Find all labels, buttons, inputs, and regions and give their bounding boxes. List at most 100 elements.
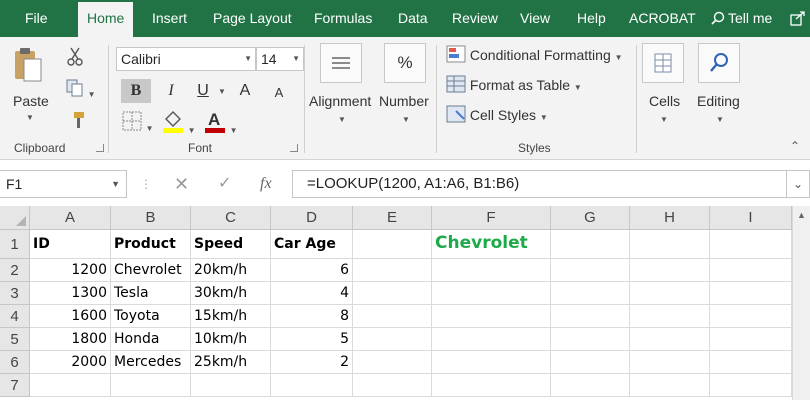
tab-view[interactable]: View [520,0,550,37]
cell-e4[interactable] [353,305,432,328]
cell-i7[interactable] [710,374,792,397]
column-header-f[interactable]: F [432,206,551,230]
cell-g1[interactable] [551,230,630,259]
column-header-b[interactable]: B [111,206,191,230]
row-header-6[interactable]: 6 [0,351,30,374]
column-header-a[interactable]: A [30,206,111,230]
cell-styles-button[interactable]: Cell Styles ▼ [446,105,548,123]
cell-a5[interactable]: 1800 [30,328,111,351]
cell-i1[interactable] [710,230,792,259]
cell-h5[interactable] [630,328,710,351]
scroll-up-icon[interactable]: ▲ [797,210,806,220]
alignment-dropdown-arrow[interactable]: ▼ [338,115,346,124]
cells-button[interactable] [642,43,684,83]
expand-formula-bar-icon[interactable]: ⌄ [786,170,810,198]
column-header-d[interactable]: D [271,206,353,230]
tell-me-search[interactable]: Tell me [711,0,772,37]
cell-h4[interactable] [630,305,710,328]
row-header-7[interactable]: 7 [0,374,30,397]
decrease-font-size-button[interactable]: A [266,81,292,105]
editing-button[interactable] [698,43,740,83]
cell-i5[interactable] [710,328,792,351]
tab-data[interactable]: Data [398,0,428,37]
paste-button[interactable] [12,45,44,88]
tab-formulas[interactable]: Formulas [314,0,372,37]
column-header-c[interactable]: C [191,206,271,230]
cell-e7[interactable] [353,374,432,397]
bold-button[interactable]: B [121,79,151,103]
column-header-g[interactable]: G [551,206,630,230]
cell-i6[interactable] [710,351,792,374]
cell-c2[interactable]: 20km/h [191,259,271,282]
vertical-scrollbar[interactable]: ▲ [792,206,810,400]
cell-g7[interactable] [551,374,630,397]
cell-d7[interactable] [271,374,353,397]
cell-g3[interactable] [551,282,630,305]
cell-c6[interactable]: 25km/h [191,351,271,374]
cell-e5[interactable] [353,328,432,351]
font-size-combo[interactable]: 14 ▼ [256,47,304,71]
alignment-button[interactable] [320,43,362,83]
enter-check-icon[interactable]: ✓ [218,170,231,198]
fill-color-button[interactable]: ▼ [162,109,196,136]
number-dropdown-arrow[interactable]: ▼ [402,115,410,124]
underline-dropdown-arrow[interactable]: ▼ [218,87,226,96]
row-header-5[interactable]: 5 [0,328,30,351]
share-icon[interactable] [790,10,806,26]
tab-review[interactable]: Review [452,0,498,37]
conditional-formatting-button[interactable]: Conditional Formatting ▼ [446,45,623,63]
cell-d5[interactable]: 5 [271,328,353,351]
cell-f3[interactable] [432,282,551,305]
cell-h3[interactable] [630,282,710,305]
paste-dropdown-arrow[interactable]: ▼ [26,113,34,122]
cell-g4[interactable] [551,305,630,328]
cell-e1[interactable] [353,230,432,259]
number-button[interactable]: % [384,43,426,83]
cell-f1[interactable]: Chevrolet [432,230,551,259]
format-painter-button[interactable] [68,111,86,132]
tab-file[interactable]: File [25,0,48,37]
cell-f6[interactable] [432,351,551,374]
borders-button[interactable]: ▼ [122,111,154,134]
cell-c4[interactable]: 15km/h [191,305,271,328]
column-header-h[interactable]: H [630,206,710,230]
cell-b7[interactable] [111,374,191,397]
cell-b2[interactable]: Chevrolet [111,259,191,282]
font-name-combo[interactable]: Calibri ▼ [116,47,256,71]
cell-c3[interactable]: 30km/h [191,282,271,305]
editing-dropdown-arrow[interactable]: ▼ [716,115,724,124]
row-header-3[interactable]: 3 [0,282,30,305]
underline-button[interactable]: U [190,79,216,103]
cell-b6[interactable]: Mercedes [111,351,191,374]
name-box[interactable]: F1 ▼ [0,170,127,198]
cell-i3[interactable] [710,282,792,305]
formula-input[interactable]: =LOOKUP(1200, A1:A6, B1:B6) [292,170,786,198]
tab-acrobat[interactable]: ACROBAT [629,0,696,37]
cell-b3[interactable]: Tesla [111,282,191,305]
cancel-icon[interactable]: ✕ [174,170,189,198]
select-all-corner[interactable] [0,206,30,230]
cell-c1[interactable]: Speed [191,230,271,259]
cell-b5[interactable]: Honda [111,328,191,351]
row-header-2[interactable]: 2 [0,259,30,282]
cell-h6[interactable] [630,351,710,374]
cell-a7[interactable] [30,374,111,397]
cell-e6[interactable] [353,351,432,374]
cell-a3[interactable]: 1300 [30,282,111,305]
cell-h2[interactable] [630,259,710,282]
tab-home[interactable]: Home [78,2,134,37]
clipboard-launcher[interactable] [96,144,104,152]
cell-d1[interactable]: Car Age [271,230,353,259]
cell-f2[interactable] [432,259,551,282]
cut-button[interactable] [66,47,84,70]
tab-insert[interactable]: Insert [152,0,187,37]
font-color-button[interactable]: A ▼ [204,109,238,136]
cell-d6[interactable]: 2 [271,351,353,374]
cell-e3[interactable] [353,282,432,305]
cell-h7[interactable] [630,374,710,397]
font-launcher[interactable] [290,144,298,152]
italic-button[interactable]: I [158,79,184,103]
cell-d4[interactable]: 8 [271,305,353,328]
tab-help[interactable]: Help [577,0,606,37]
row-header-1[interactable]: 1 [0,230,30,259]
